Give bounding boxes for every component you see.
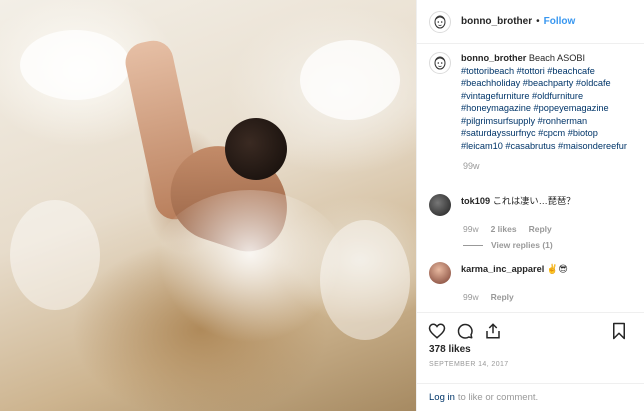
commenter-avatar[interactable]: [429, 194, 451, 216]
bookmark-icon[interactable]: [609, 321, 629, 341]
comment-body: これは凄い…琵琶？: [492, 196, 576, 206]
login-prompt: to like or comment.: [457, 392, 539, 403]
comment-timestamp[interactable]: 99w: [463, 224, 479, 234]
comment-item: tok109 これは凄い…琵琶？ 99w 2 likes Reply View …: [429, 194, 641, 250]
view-replies-button[interactable]: View replies (1): [463, 240, 641, 250]
comment-body: ✌️😎: [546, 264, 568, 274]
foam-shape: [300, 40, 400, 120]
separator-dot: •: [536, 16, 540, 27]
heart-icon[interactable]: [427, 321, 447, 341]
comment-username[interactable]: tok109: [461, 196, 490, 206]
action-bar: [417, 312, 644, 348]
caption: bonno_brother Beach ASOBI #tottoribeach …: [429, 52, 639, 171]
comment-meta: 99w 2 likes Reply: [463, 224, 641, 234]
comment-timestamp[interactable]: 99w: [463, 292, 479, 302]
post-date: SEPTEMBER 14, 2017: [429, 361, 509, 368]
share-icon[interactable]: [483, 321, 503, 341]
header-username[interactable]: bonno_brother: [461, 16, 532, 27]
comment-username[interactable]: karma_inc_apparel: [461, 264, 544, 274]
comment-likes[interactable]: 2 likes: [491, 224, 517, 234]
avatar-face-icon: [434, 56, 446, 70]
caption-body: Beach ASOBI: [528, 53, 586, 63]
view-replies-label: View replies (1): [491, 240, 553, 250]
reply-button[interactable]: Reply: [529, 224, 552, 234]
foam-shape: [10, 200, 100, 310]
login-link[interactable]: Log in: [429, 392, 455, 403]
reply-button[interactable]: Reply: [491, 292, 514, 302]
caption-timestamp[interactable]: 99w: [463, 161, 639, 171]
post-panel: bonno_brother • Follow bonno_brother Bea…: [416, 0, 644, 411]
person-head: [225, 118, 287, 180]
commenter-avatar[interactable]: [429, 262, 451, 284]
caption-hashtags[interactable]: #tottoribeach #tottori #beachcafe #beach…: [461, 66, 627, 151]
water-splash: [150, 190, 350, 350]
comment-text: karma_inc_apparel ✌️😎: [461, 262, 568, 276]
avatar[interactable]: [429, 52, 451, 74]
login-footer: Log in to like or comment.: [417, 383, 644, 411]
likes-count[interactable]: 378 likes: [429, 344, 471, 355]
caption-text: bonno_brother Beach ASOBI #tottoribeach …: [461, 52, 631, 152]
follow-button[interactable]: Follow: [544, 16, 576, 27]
comment-meta: 99w Reply: [463, 292, 641, 302]
avatar[interactable]: [429, 10, 451, 33]
avatar-face-icon: [434, 15, 446, 28]
caption-username[interactable]: bonno_brother: [461, 53, 526, 63]
comment-item: karma_inc_apparel ✌️😎 99w Reply: [429, 262, 641, 302]
post-photo[interactable]: [0, 0, 416, 411]
comment-text: tok109 これは凄い…琵琶？: [461, 194, 575, 208]
divider-line: [463, 244, 483, 246]
foam-shape: [20, 30, 130, 100]
post-header: bonno_brother • Follow: [417, 0, 644, 44]
comment-icon[interactable]: [455, 321, 475, 341]
